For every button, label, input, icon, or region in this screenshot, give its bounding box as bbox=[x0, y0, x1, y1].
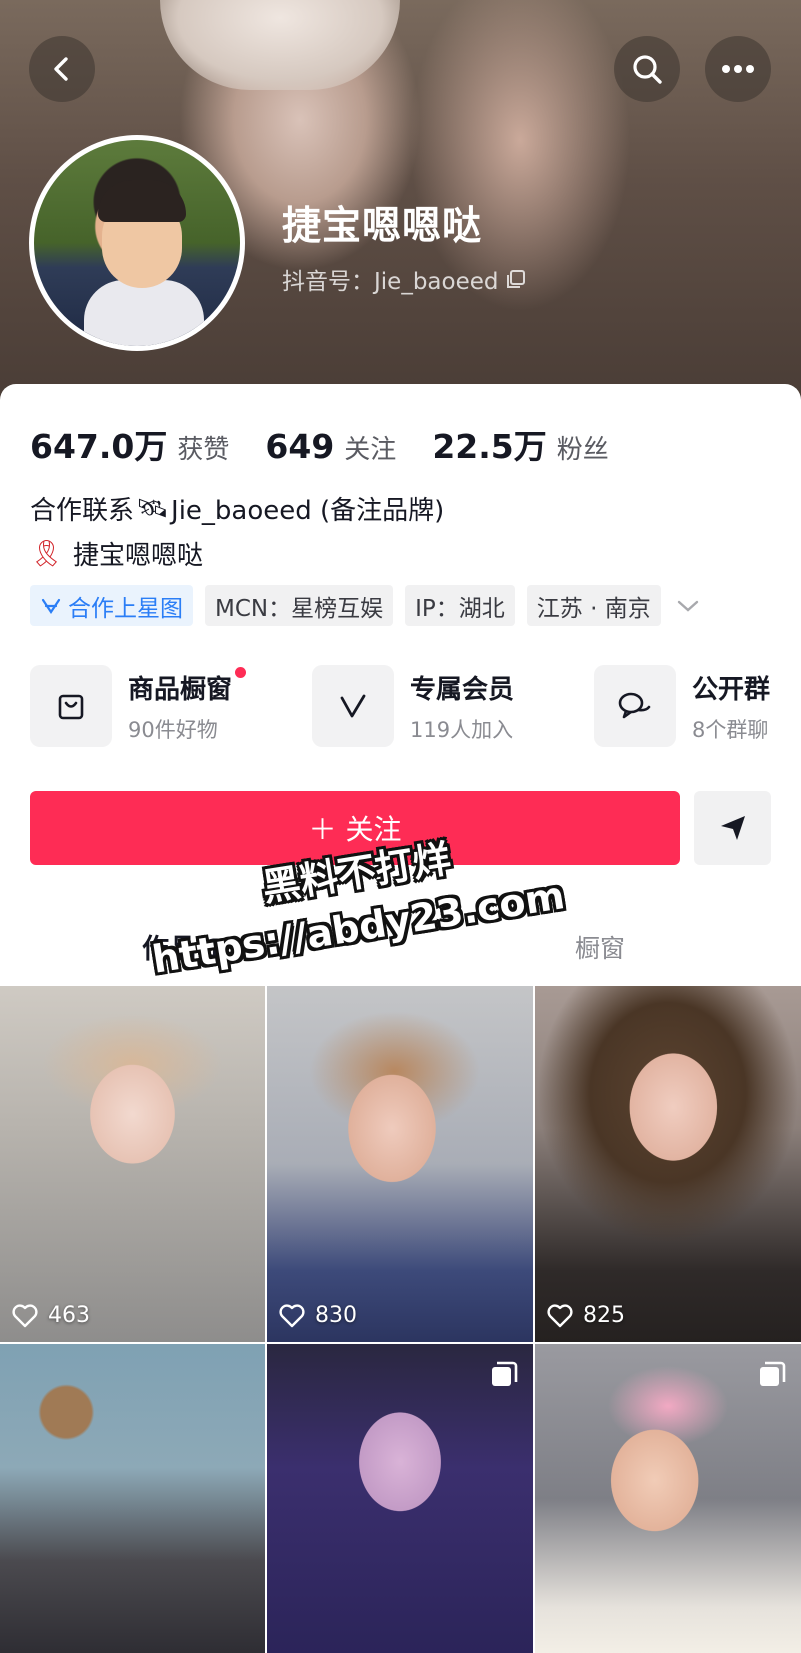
bio-line-name: 🎗 捷宝嗯嗯哒 bbox=[30, 535, 203, 572]
service-text: 专属会员 119人加入 bbox=[410, 669, 514, 744]
ribbon-emoji-icon: 🎗 bbox=[30, 538, 64, 569]
more-button[interactable] bbox=[705, 36, 771, 102]
tab-showcase[interactable]: 橱窗 bbox=[575, 929, 625, 965]
chevron-left-icon bbox=[54, 57, 68, 81]
stat-value: 647.0万 bbox=[30, 427, 168, 466]
stat-label: 获赞 bbox=[177, 435, 230, 465]
search-button[interactable] bbox=[614, 36, 680, 102]
mcn-tag[interactable]: MCN：星榜互娱 bbox=[205, 585, 394, 626]
stat-label: 粉丝 bbox=[556, 435, 609, 465]
video-thumbnail[interactable]: 825 bbox=[535, 986, 801, 1342]
bio-contact-text: Jie_baoeed (备注品牌) bbox=[171, 496, 445, 526]
nickname: 捷宝嗯嗯哒 bbox=[282, 204, 483, 249]
stats-row: 647.0万 获赞 649 关注 22.5万 粉丝 bbox=[30, 420, 645, 468]
service-text: 商品橱窗 90件好物 bbox=[128, 666, 247, 744]
avatar-shirt bbox=[84, 280, 204, 346]
heart-icon bbox=[12, 1303, 38, 1327]
service-subtitle: 90件好物 bbox=[128, 717, 218, 742]
service-public-group[interactable]: 公开群 8个群聊 bbox=[594, 665, 801, 747]
more-dots-icon bbox=[722, 65, 754, 73]
expand-tags-button[interactable] bbox=[673, 591, 703, 621]
service-title-text: 商品橱窗 bbox=[128, 674, 233, 705]
cover-photo-hair bbox=[160, 0, 400, 90]
star-map-icon bbox=[41, 598, 61, 614]
service-text: 公开群 8个群聊 bbox=[692, 669, 770, 744]
bio-line-contact: 合作联系 🛰 Jie_baoeed (备注品牌) bbox=[30, 490, 444, 527]
service-subtitle: 8个群聊 bbox=[692, 717, 769, 742]
service-row: 商品橱窗 90件好物 专属会员 119人加入 公开群 8个群聊 bbox=[30, 665, 801, 747]
stat-likes[interactable]: 647.0万 获赞 bbox=[30, 420, 229, 468]
video-grid: 463 830 825 bbox=[0, 986, 801, 1653]
v-badge-icon bbox=[340, 694, 366, 718]
star-map-label: 合作上星图 bbox=[68, 595, 183, 622]
multi-image-icon bbox=[760, 1361, 786, 1386]
service-title: 商品橱窗 bbox=[128, 666, 247, 706]
stat-value: 22.5万 bbox=[432, 427, 547, 466]
stat-value: 649 bbox=[265, 427, 335, 466]
notification-dot bbox=[235, 666, 247, 678]
like-count-text: 463 bbox=[48, 1303, 90, 1328]
bio-name-text: 捷宝嗯嗯哒 bbox=[73, 541, 204, 571]
like-count: 825 bbox=[547, 1303, 625, 1328]
stat-label: 关注 bbox=[344, 435, 397, 465]
tag-row: 合作上星图 MCN：星榜互娱 IP：湖北 江苏 · 南京 bbox=[30, 585, 703, 626]
chevron-down-icon bbox=[677, 600, 698, 612]
like-count-text: 830 bbox=[315, 1303, 357, 1328]
video-thumbnail[interactable]: 463 bbox=[0, 986, 265, 1342]
service-icon-box bbox=[30, 665, 112, 747]
douyin-id-text: 抖音号：Jie_baoeed bbox=[282, 269, 499, 295]
video-thumbnail[interactable] bbox=[267, 1344, 533, 1653]
send-arrow-icon bbox=[720, 816, 745, 840]
video-thumbnail[interactable] bbox=[535, 1344, 801, 1653]
copy-icon[interactable] bbox=[505, 268, 527, 290]
video-thumbnail[interactable]: 830 bbox=[267, 986, 533, 1342]
service-membership[interactable]: 专属会员 119人加入 bbox=[312, 665, 594, 747]
stat-followers[interactable]: 22.5万 粉丝 bbox=[432, 420, 608, 468]
bag-icon bbox=[58, 694, 84, 720]
video-thumbnail[interactable] bbox=[0, 1344, 265, 1653]
location-tag[interactable]: 江苏 · 南京 bbox=[526, 585, 661, 626]
service-icon-box bbox=[312, 665, 394, 747]
douyin-id[interactable]: 抖音号：Jie_baoeed bbox=[282, 262, 527, 296]
avatar[interactable] bbox=[29, 135, 245, 351]
multi-image-icon bbox=[492, 1361, 518, 1386]
chat-bubbles-icon bbox=[618, 692, 651, 719]
satellite-emoji-icon: 🛰 bbox=[136, 493, 170, 524]
service-title: 专属会员 bbox=[410, 674, 515, 705]
share-button[interactable] bbox=[694, 791, 771, 865]
heart-icon bbox=[547, 1303, 573, 1327]
ip-tag[interactable]: IP：湖北 bbox=[405, 585, 515, 626]
service-title: 公开群 bbox=[692, 674, 771, 705]
service-shop-window[interactable]: 商品橱窗 90件好物 bbox=[30, 665, 312, 747]
like-count: 830 bbox=[279, 1303, 357, 1328]
like-count: 463 bbox=[12, 1303, 90, 1328]
search-icon bbox=[633, 55, 662, 84]
service-icon-box bbox=[594, 665, 676, 747]
back-button[interactable] bbox=[29, 36, 95, 102]
stat-following[interactable]: 649 关注 bbox=[265, 427, 396, 466]
like-count-text: 825 bbox=[583, 1303, 625, 1328]
avatar-hair bbox=[98, 180, 186, 222]
star-map-tag[interactable]: 合作上星图 bbox=[30, 585, 193, 626]
service-subtitle: 119人加入 bbox=[410, 717, 514, 742]
bio-contact-prefix: 合作联系 bbox=[30, 496, 135, 526]
heart-icon bbox=[279, 1303, 305, 1327]
